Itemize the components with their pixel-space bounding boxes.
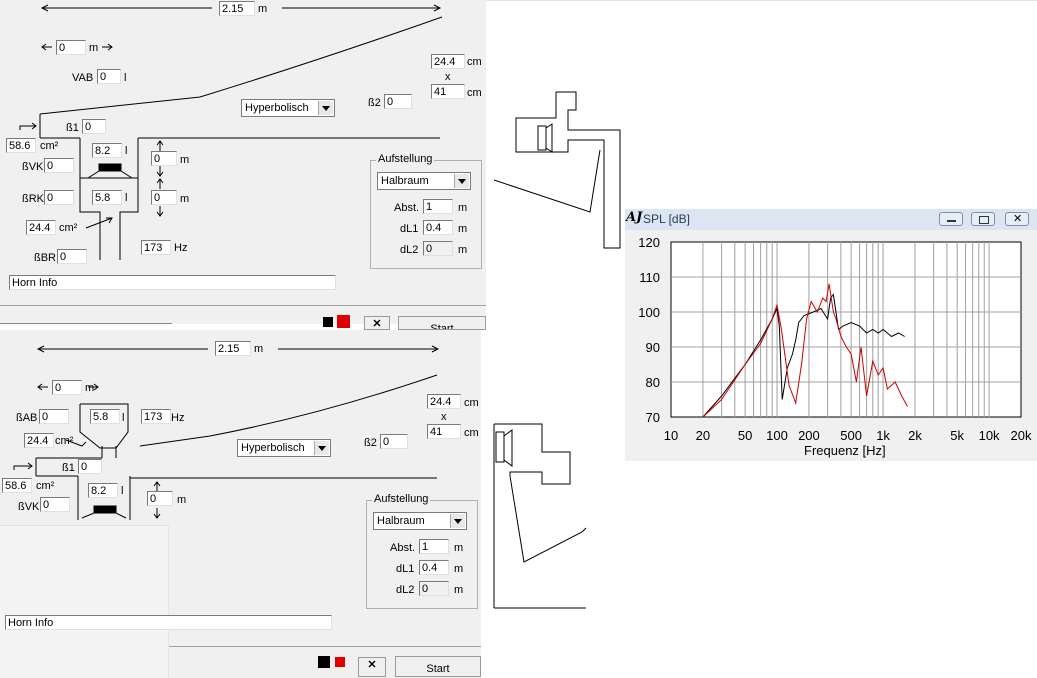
x-tick-label: 10 — [664, 428, 678, 443]
y-tick-label: 120 — [638, 235, 660, 250]
x-tick-label: 10k — [979, 428, 1000, 443]
x-tick-label: 20 — [696, 428, 710, 443]
y-tick-label: 80 — [646, 375, 660, 390]
x-tick-label: 500 — [840, 428, 862, 443]
x-tick-label: 5k — [950, 428, 964, 443]
x-tick-label: 100 — [766, 428, 788, 443]
x-tick-label: 50 — [738, 428, 752, 443]
x-tick-label: 1k — [876, 428, 890, 443]
plot-frame — [670, 241, 1022, 418]
y-tick-label: 110 — [639, 270, 660, 285]
y-tick-label: 90 — [646, 340, 660, 355]
y-tick-label: 70 — [646, 410, 660, 425]
y-tick-label: 100 — [638, 305, 660, 320]
x-tick-label: 2k — [908, 428, 922, 443]
x-tick-label: 20k — [1011, 428, 1032, 443]
spl-chart: 70 80 90 100 110 120 10 20 50 100 200 500 1k 2k 5k 10k 2… — [638, 235, 1032, 443]
x-axis-label: Frequenz [Hz] — [804, 443, 886, 458]
x-tick-label: 200 — [798, 428, 820, 443]
